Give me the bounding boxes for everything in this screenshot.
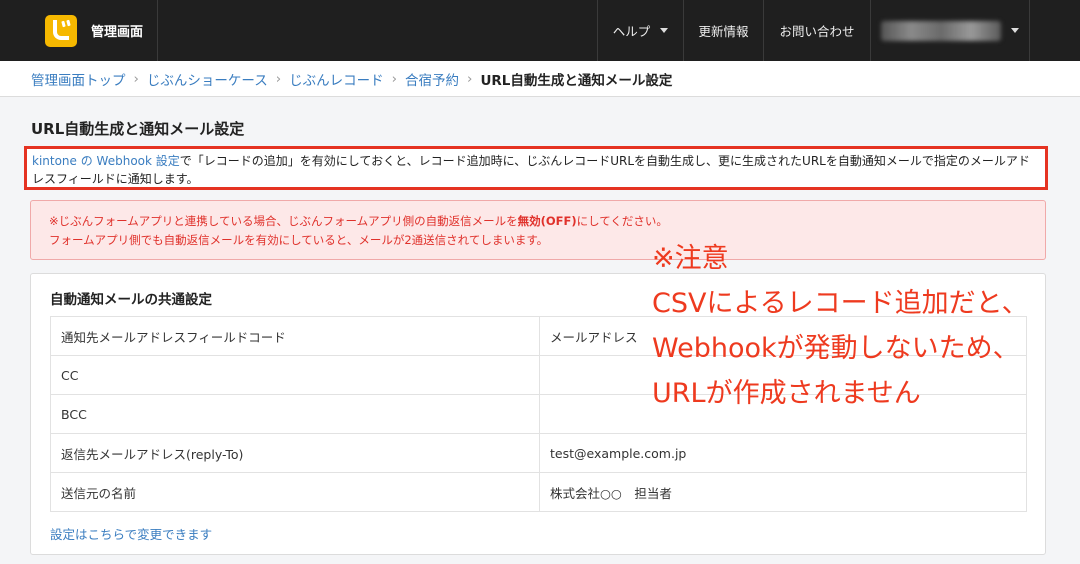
setting-key: CC bbox=[50, 355, 540, 395]
webhook-settings-link[interactable]: kintone の Webhook 設定 bbox=[32, 154, 180, 168]
setting-key: 返信先メールアドレス(reply-To) bbox=[50, 433, 540, 473]
breadcrumb-item-booking[interactable]: 合宿予約 bbox=[405, 69, 459, 89]
app-logo-icon bbox=[45, 14, 77, 47]
app-title: 管理画面 bbox=[91, 25, 144, 40]
help-menu[interactable]: ヘルプ bbox=[597, 0, 683, 61]
updates-label: 更新情報 bbox=[698, 24, 749, 39]
warning-line-1: ※じぶんフォームアプリと連携している場合、じぶんフォームアプリ側の自動返信メール… bbox=[49, 212, 1027, 231]
warning-text: ※じぶんフォームアプリと連携している場合、じぶんフォームアプリ側の自動返信メール… bbox=[49, 214, 518, 228]
annotation-line: URLが作成されません bbox=[652, 378, 921, 409]
description-highlight: kintone の Webhook 設定で「レコードの追加」を有効にしておくと、… bbox=[24, 146, 1048, 190]
breadcrumb-item-top[interactable]: 管理画面トップ bbox=[31, 69, 126, 89]
page-title: URL自動生成と通知メール設定 bbox=[31, 120, 245, 138]
updates-link[interactable]: 更新情報 bbox=[683, 0, 763, 61]
warning-emphasis: 無効(OFF) bbox=[517, 214, 577, 228]
contact-link[interactable]: お問い合わせ bbox=[763, 0, 870, 61]
mail-settings-title: 自動通知メールの共通設定 bbox=[50, 292, 212, 308]
caution-annotation: ※注意 CSVによるレコード追加だと、 Webhookが発動しないため、 URL… bbox=[652, 236, 1029, 416]
user-menu[interactable] bbox=[870, 0, 1030, 61]
chevron-down-icon bbox=[660, 28, 669, 33]
setting-key: 通知先メールアドレスフィールドコード bbox=[50, 316, 540, 356]
description-text: で「レコードの追加」を有効にしておくと、レコード追加時に、じぶんレコードURLを… bbox=[32, 154, 1030, 186]
annotation-line: Webhookが発動しないため、 bbox=[652, 333, 1020, 364]
logo-area[interactable]: 管理画面 bbox=[0, 0, 158, 61]
breadcrumb-separator: › bbox=[275, 70, 282, 87]
breadcrumb-item-record[interactable]: じぶんレコード bbox=[289, 69, 384, 89]
change-settings-link[interactable]: 設定はこちらで変更できます bbox=[50, 524, 212, 543]
annotation-line: ※注意 bbox=[652, 243, 729, 274]
setting-key: BCC bbox=[50, 394, 540, 434]
breadcrumb-separator: › bbox=[133, 70, 139, 87]
annotation-line: CSVによるレコード追加だと、 bbox=[652, 288, 1029, 319]
breadcrumb-item-showcase[interactable]: じぶんショーケース bbox=[147, 69, 268, 89]
breadcrumb-separator: › bbox=[391, 70, 398, 87]
contact-label: お問い合わせ bbox=[779, 24, 855, 39]
user-name-redacted bbox=[881, 20, 1001, 41]
setting-key: 送信元の名前 bbox=[50, 472, 540, 512]
breadcrumb-current: URL自動生成と通知メール設定 bbox=[480, 72, 673, 89]
table-row: 送信元の名前 株式会社○○ 担当者 bbox=[50, 472, 1027, 512]
warning-text: にしてください。 bbox=[576, 214, 668, 228]
setting-value: test@example.com.jp bbox=[539, 433, 1027, 473]
setting-value: 株式会社○○ 担当者 bbox=[539, 472, 1027, 512]
breadcrumb: 管理画面トップ › じぶんショーケース › じぶんレコード › 合宿予約 › U… bbox=[0, 61, 1080, 97]
table-row: 返信先メールアドレス(reply-To) test@example.com.jp bbox=[50, 433, 1027, 473]
top-header: 管理画面 ヘルプ 更新情報 お問い合わせ bbox=[0, 0, 1080, 61]
help-menu-label: ヘルプ bbox=[612, 24, 651, 39]
breadcrumb-separator: › bbox=[467, 70, 473, 87]
chevron-down-icon bbox=[1011, 28, 1019, 33]
